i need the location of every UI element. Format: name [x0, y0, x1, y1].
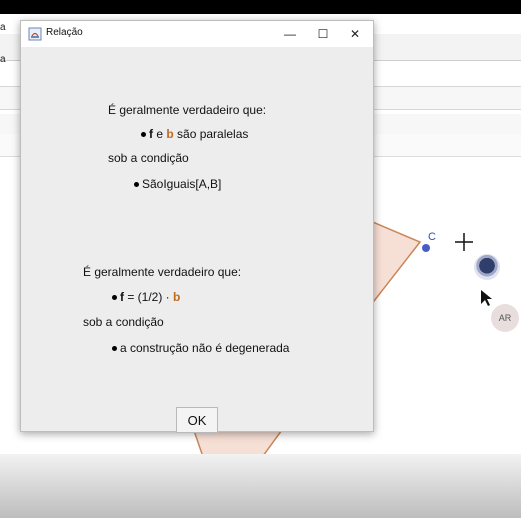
- dialog-titlebar[interactable]: Relação — ☐ ✕: [21, 21, 373, 47]
- close-button[interactable]: ✕: [337, 21, 373, 47]
- java-app-icon: [28, 27, 42, 41]
- bullet-icon: [112, 295, 117, 301]
- condition-text: a construção não é degenerada: [120, 341, 290, 355]
- relation-rest: são paralelas: [173, 127, 249, 141]
- point-c-label: C: [428, 231, 436, 243]
- block2-heading: É geralmente verdadeiro que:: [83, 265, 242, 279]
- bullet-icon: [134, 182, 139, 188]
- relation-mid: = (1/2) ·: [124, 290, 174, 304]
- avatar-initials[interactable]: AR: [491, 304, 519, 332]
- relation-and: e: [153, 127, 167, 141]
- dialog-content: É geralmente verdadeiro que: f e b são p…: [21, 47, 373, 433]
- block1-heading: É geralmente verdadeiro que:: [108, 103, 267, 117]
- crosshair-cursor-icon: [455, 233, 473, 251]
- screen: a a C B AR Relaçã: [0, 14, 521, 518]
- ok-button[interactable]: OK: [176, 407, 218, 433]
- block2-relation: f = (1/2) · b: [112, 290, 180, 304]
- block1-relation: f e b são paralelas: [141, 127, 248, 141]
- bottom-shade: [0, 454, 521, 518]
- maximize-button[interactable]: ☐: [305, 21, 341, 47]
- bullet-icon: [141, 132, 146, 138]
- user-avatar-icon[interactable]: [474, 254, 500, 280]
- object-b: b: [173, 290, 181, 304]
- block1-condition: SãoIguais[A,B]: [134, 177, 221, 191]
- dialog-title: Relação: [46, 27, 83, 38]
- minimize-button[interactable]: —: [272, 21, 308, 47]
- mouse-pointer-icon: [481, 290, 492, 306]
- condition-text: SãoIguais[A,B]: [142, 177, 222, 191]
- object-b: b: [166, 127, 174, 141]
- relation-dialog: Relação — ☐ ✕ É geralmente verdadeiro qu…: [20, 20, 374, 433]
- point-c[interactable]: [422, 244, 430, 252]
- block2-condition: a construção não é degenerada: [112, 341, 289, 355]
- block2-condition-heading: sob a condição: [83, 315, 164, 329]
- block1-condition-heading: sob a condição: [108, 151, 189, 165]
- bullet-icon: [112, 346, 117, 352]
